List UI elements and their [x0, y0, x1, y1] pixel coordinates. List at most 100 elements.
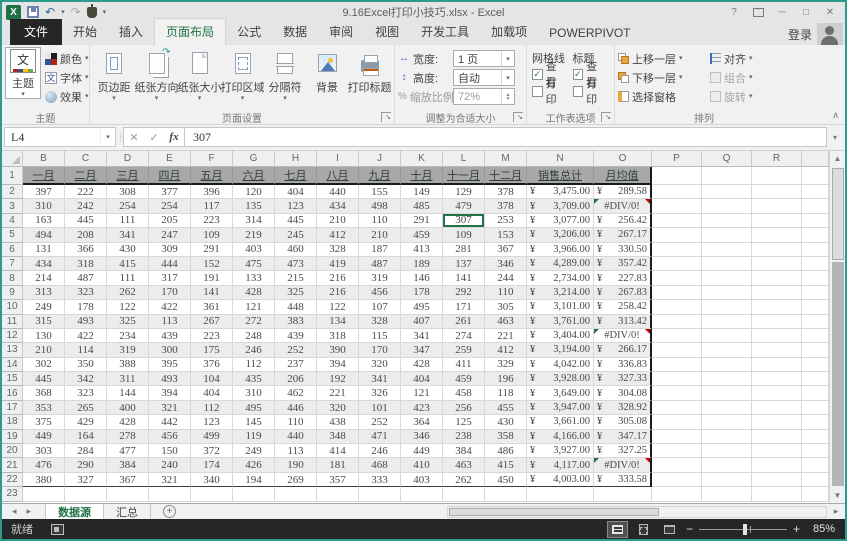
cell-G18[interactable]: 145	[233, 415, 275, 429]
cancel-entry-icon[interactable]: ✕	[124, 131, 144, 144]
cell-N21[interactable]: ¥4,117.00	[527, 458, 594, 472]
cell-B11[interactable]: 315	[23, 315, 65, 329]
row-header-23[interactable]: 23	[2, 487, 23, 501]
cell-B15[interactable]: 445	[23, 372, 65, 386]
cell-L12[interactable]: 274	[443, 329, 485, 343]
cell-N9[interactable]: ¥3,214.00	[527, 286, 594, 300]
vertical-scrollbar-track[interactable]	[832, 262, 844, 486]
cell-B17[interactable]: 353	[23, 401, 65, 415]
confirm-entry-icon[interactable]: ✓	[144, 131, 164, 144]
cell-D14[interactable]: 388	[107, 358, 149, 372]
cell-B4[interactable]: 163	[23, 214, 65, 228]
cell-E14[interactable]: 395	[149, 358, 191, 372]
cell-F22[interactable]: 340	[191, 473, 233, 487]
cell-B2[interactable]: 397	[23, 185, 65, 199]
cell-O2[interactable]: ¥289.58	[594, 185, 652, 199]
cell-D4[interactable]: 111	[107, 214, 149, 228]
cell-L3[interactable]: 479	[443, 199, 485, 213]
cell-O21[interactable]: #DIV/0!	[594, 458, 652, 472]
cell-C23[interactable]	[65, 487, 107, 501]
header-cell-G[interactable]: 六月	[233, 167, 275, 185]
cell-G9[interactable]: 428	[233, 286, 275, 300]
cell-C19[interactable]: 164	[65, 430, 107, 444]
sheet-options-dialog-launcher-icon[interactable]: ↘	[601, 112, 611, 122]
cell-C10[interactable]: 178	[65, 300, 107, 314]
cell-H14[interactable]: 237	[275, 358, 317, 372]
cell-B7[interactable]: 434	[23, 257, 65, 271]
cell-19[interactable]	[802, 430, 829, 444]
row-header-19[interactable]: 19	[2, 430, 23, 444]
cell-Q12[interactable]	[702, 329, 752, 343]
cell-M21[interactable]: 415	[485, 458, 527, 472]
cell-M20[interactable]: 486	[485, 444, 527, 458]
cell-C12[interactable]: 422	[65, 329, 107, 343]
cell-G11[interactable]: 272	[233, 315, 275, 329]
cell-R22[interactable]	[752, 473, 802, 487]
cell-Q21[interactable]	[702, 458, 752, 472]
cell-J13[interactable]: 170	[359, 343, 401, 357]
cell-H3[interactable]: 123	[275, 199, 317, 213]
cell-F13[interactable]: 175	[191, 343, 233, 357]
cell-O6[interactable]: ¥330.50	[594, 243, 652, 257]
cell-9[interactable]	[802, 286, 829, 300]
cell-L11[interactable]: 261	[443, 315, 485, 329]
cell-B20[interactable]: 303	[23, 444, 65, 458]
cell-P22[interactable]	[652, 473, 702, 487]
cell-L21[interactable]: 463	[443, 458, 485, 472]
header-cell-C[interactable]: 二月	[65, 167, 107, 185]
cell-E3[interactable]: 254	[149, 199, 191, 213]
cell-14[interactable]	[802, 358, 829, 372]
cell-F12[interactable]: 223	[191, 329, 233, 343]
cell-J17[interactable]: 101	[359, 401, 401, 415]
zoom-out-icon[interactable]: −	[686, 522, 693, 536]
cell-D6[interactable]: 430	[107, 243, 149, 257]
cell-J20[interactable]: 246	[359, 444, 401, 458]
header-cell-L[interactable]: 十一月	[443, 167, 485, 185]
column-header-P[interactable]: P	[652, 151, 702, 167]
qat-dropdown-icon[interactable]: ▾	[103, 8, 107, 16]
cell-D23[interactable]	[107, 487, 149, 501]
cell-G21[interactable]: 426	[233, 458, 275, 472]
cell-L13[interactable]: 259	[443, 343, 485, 357]
cell-J22[interactable]: 333	[359, 473, 401, 487]
cell-P10[interactable]	[652, 300, 702, 314]
cell-N23[interactable]	[527, 487, 594, 501]
cell-B22[interactable]: 380	[23, 473, 65, 487]
cell-G5[interactable]: 219	[233, 228, 275, 242]
cell-J3[interactable]: 498	[359, 199, 401, 213]
cell-3[interactable]	[802, 199, 829, 213]
cell-R5[interactable]	[752, 228, 802, 242]
page-break-preview-button[interactable]	[660, 522, 679, 537]
cell-L4[interactable]: 307	[443, 214, 485, 228]
cell-E11[interactable]: 113	[149, 315, 191, 329]
cell-M19[interactable]: 358	[485, 430, 527, 444]
column-header-J[interactable]: J	[359, 151, 401, 167]
cell-N3[interactable]: ¥3,709.00	[527, 199, 594, 213]
cell-G17[interactable]: 495	[233, 401, 275, 415]
cell-J8[interactable]: 319	[359, 271, 401, 285]
redo-icon[interactable]: ↷	[71, 6, 81, 18]
cell-H6[interactable]: 460	[275, 243, 317, 257]
cell-L15[interactable]: 459	[443, 372, 485, 386]
cell-P9[interactable]	[652, 286, 702, 300]
cell-H5[interactable]: 245	[275, 228, 317, 242]
cell-E16[interactable]: 394	[149, 386, 191, 400]
excel-logo-icon[interactable]: X	[6, 5, 21, 20]
cell-13[interactable]	[802, 343, 829, 357]
cell-J6[interactable]: 187	[359, 243, 401, 257]
new-sheet-icon[interactable]: +	[163, 505, 176, 518]
cell-I16[interactable]: 221	[317, 386, 359, 400]
tab-developer[interactable]: 开发工具	[410, 19, 480, 45]
row-header-11[interactable]: 11	[2, 315, 23, 329]
cell-L6[interactable]: 281	[443, 243, 485, 257]
cell-P12[interactable]	[652, 329, 702, 343]
tab-addins[interactable]: 加载项	[480, 19, 538, 45]
cell-C20[interactable]: 284	[65, 444, 107, 458]
cell-R16[interactable]	[752, 386, 802, 400]
cell-I5[interactable]: 412	[317, 228, 359, 242]
cell-Q5[interactable]	[702, 228, 752, 242]
cell-Q10[interactable]	[702, 300, 752, 314]
cell-I3[interactable]: 434	[317, 199, 359, 213]
cell-E22[interactable]: 321	[149, 473, 191, 487]
zoom-slider-thumb[interactable]	[743, 524, 747, 535]
